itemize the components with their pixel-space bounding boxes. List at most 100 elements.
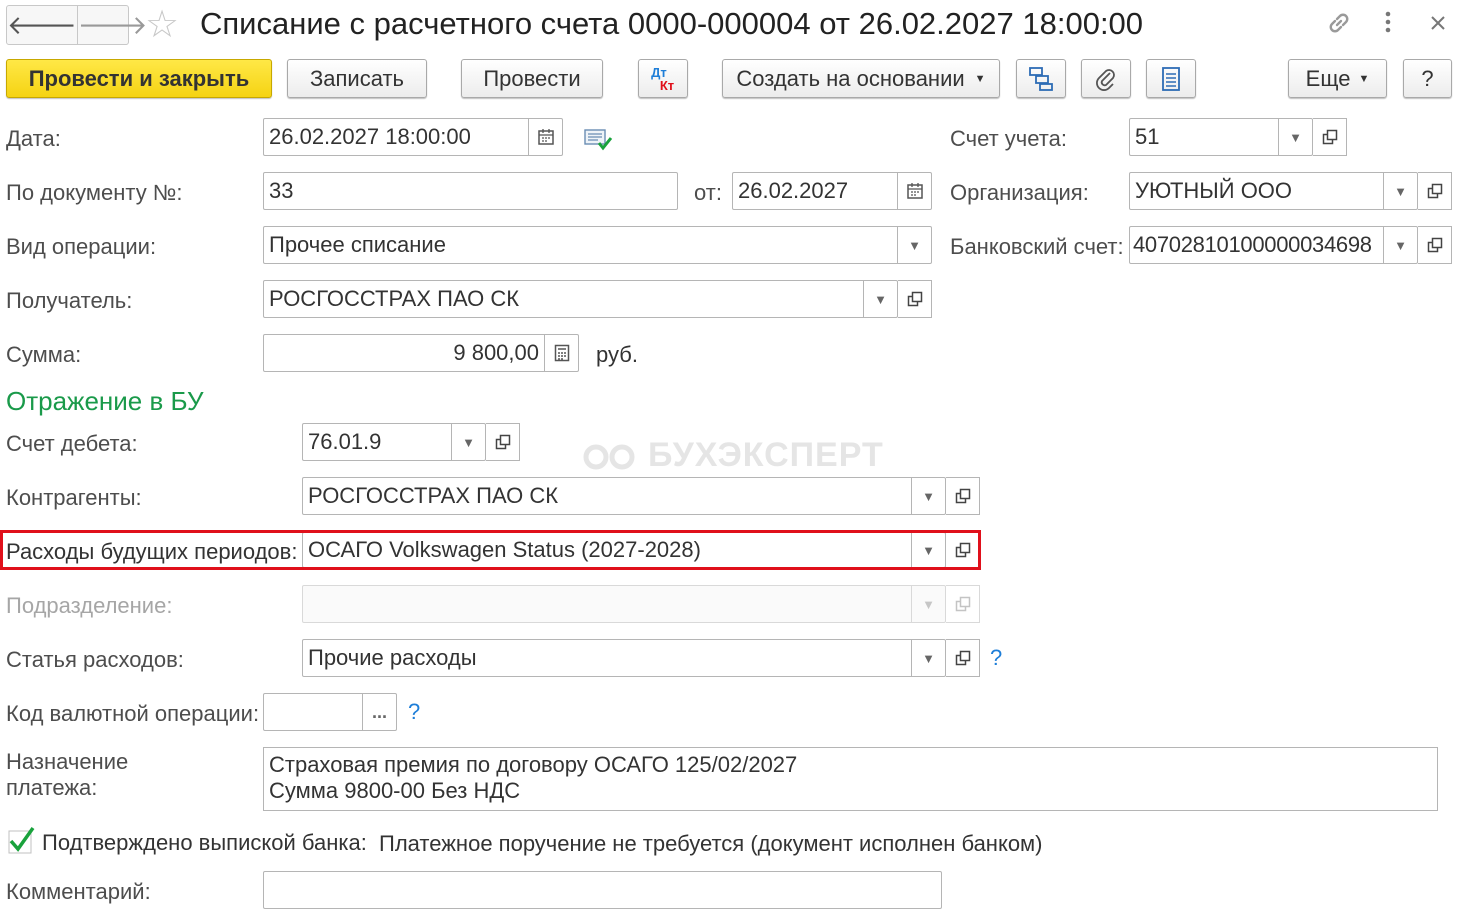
highlight-frame — [0, 530, 981, 570]
document-number-field[interactable]: 33 — [263, 172, 678, 210]
close-icon[interactable] — [1428, 12, 1448, 40]
more-button[interactable]: Еще ▼ — [1288, 59, 1387, 98]
calendar-icon[interactable] — [897, 173, 931, 209]
open-form-icon[interactable] — [1313, 118, 1347, 156]
dropdown-arrow-icon[interactable]: ▼ — [863, 281, 897, 317]
division-label: Подразделение: — [6, 593, 173, 618]
dropdown-arrow-icon: ▼ — [1358, 72, 1370, 85]
document-date-field[interactable]: 26.02.2027 — [732, 172, 932, 210]
comment-field[interactable] — [263, 871, 942, 909]
bank-confirm-note: Платежное поручение не требуется (докуме… — [379, 831, 1043, 856]
open-form-icon[interactable] — [486, 423, 520, 461]
back-button[interactable]: 🡐 — [7, 6, 77, 44]
create-based-on-label: Создать на основании — [736, 65, 965, 91]
post-and-close-button[interactable]: Провести и закрыть — [6, 59, 272, 98]
window-title: Списание с расчетного счета 0000-000004 … — [200, 6, 1144, 41]
date-value: 26.02.2027 18:00:00 — [269, 124, 471, 149]
expense-item-help-icon[interactable]: ? — [990, 645, 1002, 671]
select-ellipsis-button[interactable]: ... — [362, 694, 396, 730]
expense-item-label: Статья расходов: — [6, 647, 184, 672]
contractors-value: РОСГОССТРАХ ПАО СК — [308, 483, 559, 508]
dropdown-arrow-icon[interactable]: ▼ — [1278, 119, 1312, 155]
create-based-on-button[interactable]: Создать на основании ▼ — [722, 59, 1000, 98]
navigation-buttons: 🡐 🡒 — [6, 5, 147, 45]
attachment-icon[interactable] — [1081, 59, 1131, 98]
debit-account-value: 76.01.9 — [308, 429, 382, 454]
comment-label: Комментарий: — [6, 879, 151, 904]
document-check-icon[interactable] — [584, 126, 614, 158]
payment-purpose-line2: Сумма 9800-00 Без НДС — [269, 778, 521, 803]
account-field[interactable]: 51 ▼ — [1129, 118, 1313, 156]
document-number-label: По документу №: — [6, 180, 183, 205]
dt-label: Дт — [651, 64, 667, 80]
debit-account-label: Счет дебета: — [6, 431, 138, 456]
account-value: 51 — [1135, 124, 1160, 149]
division-value — [303, 586, 911, 622]
structure-icon[interactable] — [1016, 59, 1066, 98]
document-date-label: от: — [694, 180, 722, 205]
operation-type-field[interactable]: Прочее списание ▼ — [263, 226, 932, 264]
more-label: Еще — [1305, 65, 1351, 91]
document-number-value: 33 — [269, 178, 294, 203]
bank-account-label: Банковский счет: — [950, 234, 1124, 259]
report-list-icon[interactable] — [1146, 59, 1196, 98]
dropdown-arrow-icon[interactable]: ▼ — [911, 478, 945, 514]
recipient-label: Получатель: — [6, 288, 133, 313]
bank-account-value: 40702810100000034698 — [1133, 232, 1372, 257]
payment-purpose-field[interactable]: Страховая премия по договору ОСАГО 125/0… — [263, 747, 1438, 811]
recipient-field[interactable]: РОСГОССТРАХ ПАО СК ▼ — [263, 280, 898, 318]
help-button[interactable]: ? — [1403, 59, 1452, 98]
dt-kt-button[interactable]: Дт Кт — [638, 59, 688, 98]
expense-item-value: Прочие расходы — [308, 645, 477, 670]
payment-purpose-label-line2: платежа: — [6, 775, 98, 800]
division-field: ▼ — [302, 585, 946, 623]
debit-account-field[interactable]: 76.01.9 ▼ — [302, 423, 486, 461]
comment-value — [264, 872, 941, 908]
currency-operation-value — [264, 694, 362, 730]
bank-confirm-checkbox[interactable] — [6, 826, 36, 856]
forward-button[interactable]: 🡒 — [76, 6, 147, 44]
date-label: Дата: — [6, 126, 61, 151]
operation-type-value: Прочее списание — [269, 232, 446, 257]
open-form-icon[interactable] — [1418, 226, 1452, 264]
operation-type-label: Вид операции: — [6, 234, 157, 259]
bank-account-field[interactable]: 40702810100000034698 ▼ — [1129, 226, 1418, 264]
favorite-star-icon[interactable]: ☆ — [145, 6, 179, 44]
contractors-field[interactable]: РОСГОССТРАХ ПАО СК ▼ — [302, 477, 946, 515]
amount-label: Сумма: — [6, 342, 82, 367]
payment-purpose-label-line1: Назначение — [6, 749, 129, 774]
currency-operation-label: Код валютной операции: — [6, 701, 260, 726]
dropdown-arrow-icon[interactable]: ▼ — [451, 424, 485, 460]
recipient-value: РОСГОССТРАХ ПАО СК — [269, 286, 520, 311]
date-field[interactable]: 26.02.2027 18:00:00 — [263, 118, 563, 156]
expense-item-field[interactable]: Прочие расходы ▼ — [302, 639, 946, 677]
dropdown-arrow-icon[interactable]: ▼ — [897, 227, 931, 263]
organization-label: Организация: — [950, 180, 1089, 205]
payment-purpose-line1: Страховая премия по договору ОСАГО 125/0… — [269, 752, 798, 777]
open-form-icon[interactable] — [898, 280, 932, 318]
dropdown-arrow-icon[interactable]: ▼ — [1383, 173, 1417, 209]
post-button[interactable]: Провести — [461, 59, 603, 98]
link-icon[interactable] — [1324, 8, 1354, 45]
dropdown-arrow-icon: ▼ — [974, 72, 986, 85]
open-form-icon[interactable] — [1418, 172, 1452, 210]
account-label: Счет учета: — [950, 126, 1067, 151]
amount-value: 9 800,00 — [453, 340, 539, 365]
dropdown-arrow-icon[interactable]: ▼ — [911, 640, 945, 676]
amount-field[interactable]: 9 800,00 — [263, 334, 579, 372]
save-button[interactable]: Записать — [287, 59, 427, 98]
currency-operation-field[interactable]: ... — [263, 693, 397, 731]
section-title: Отражение в БУ — [6, 386, 204, 416]
calendar-icon[interactable] — [528, 119, 562, 155]
open-form-icon[interactable] — [946, 477, 980, 515]
kt-label: Кт — [659, 77, 675, 93]
dropdown-arrow-icon: ▼ — [911, 586, 945, 622]
contractors-label: Контрагенты: — [6, 485, 142, 510]
calculator-icon[interactable] — [544, 335, 578, 371]
organization-field[interactable]: УЮТНЫЙ ООО ▼ — [1129, 172, 1418, 210]
currency-operation-help-icon[interactable]: ? — [408, 699, 420, 725]
dropdown-arrow-icon[interactable]: ▼ — [1383, 227, 1417, 263]
organization-value: УЮТНЫЙ ООО — [1135, 178, 1293, 203]
more-menu-icon[interactable] — [1383, 10, 1393, 41]
open-form-icon[interactable] — [946, 639, 980, 677]
